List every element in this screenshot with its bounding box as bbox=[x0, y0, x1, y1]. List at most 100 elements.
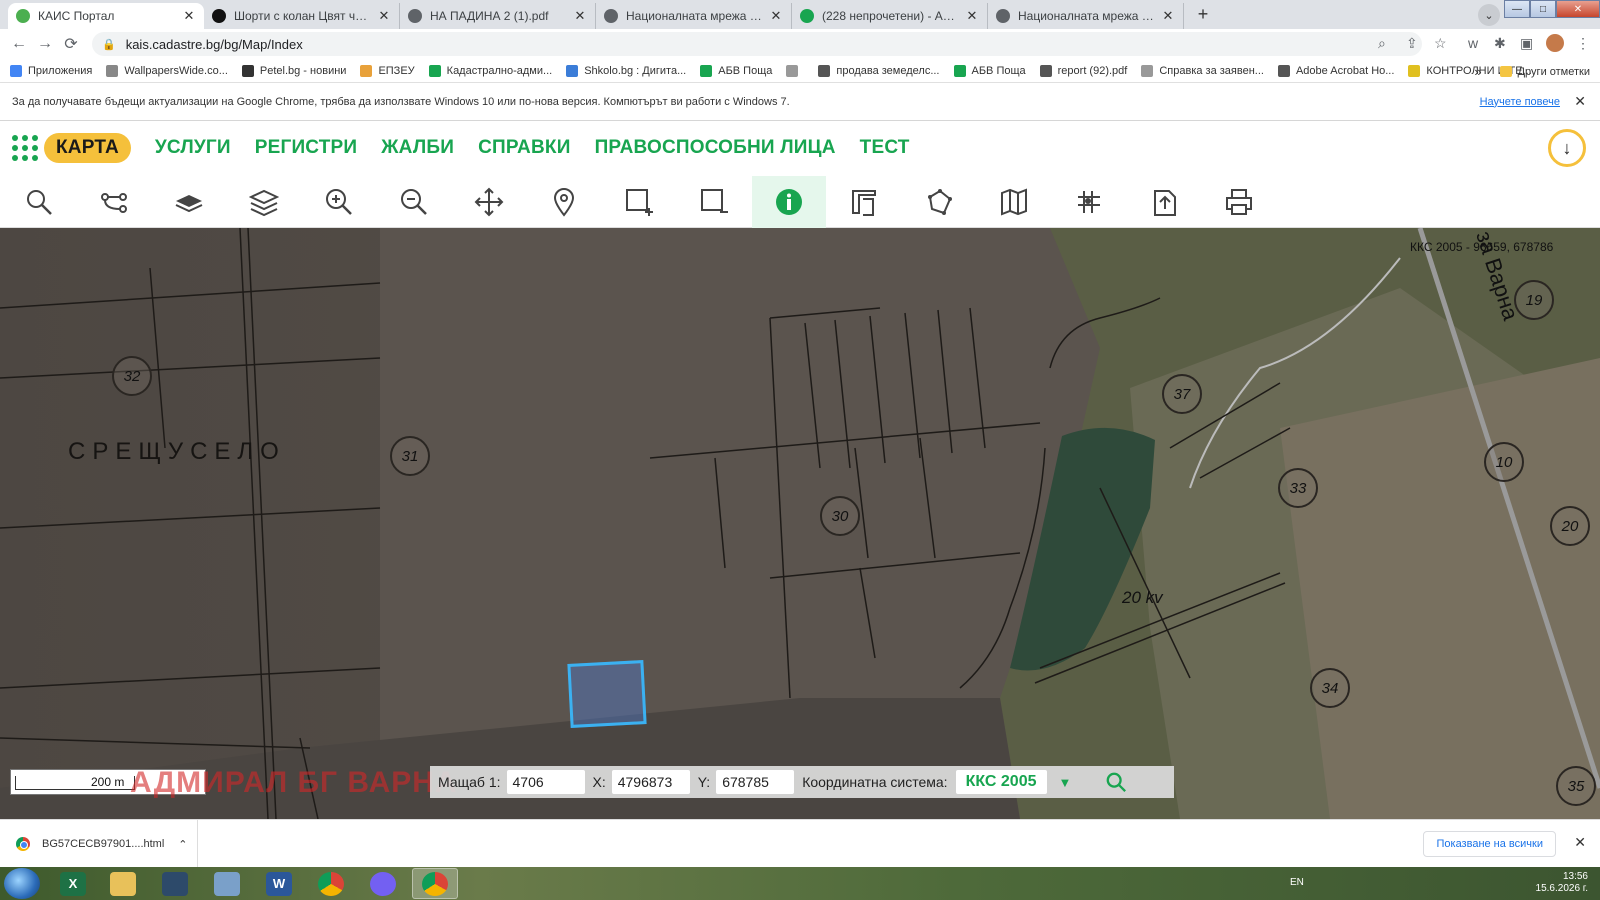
measure-tool-button[interactable] bbox=[827, 176, 901, 228]
menu-item[interactable]: ТЕСТ bbox=[860, 137, 910, 159]
zoom-in-tool-button[interactable] bbox=[302, 176, 376, 228]
parcel-number-badge[interactable]: 34 bbox=[1310, 668, 1350, 708]
bookmark-item[interactable]: Кадастрално-адми... bbox=[428, 64, 552, 77]
y-coordinate-input[interactable]: 678785 bbox=[716, 770, 795, 794]
browser-tab[interactable]: НА ПАДИНА 2 (1).pdf ✕ bbox=[400, 3, 596, 29]
browser-tab[interactable]: Националната мрежа за земед ✕ bbox=[988, 3, 1184, 29]
bookmark-item[interactable]: Приложения bbox=[10, 64, 92, 77]
bookmark-item[interactable]: Справка за заявен... bbox=[1141, 64, 1264, 77]
chevron-down-icon[interactable]: ▼ bbox=[1059, 775, 1072, 790]
parcel-number-badge[interactable]: 30 bbox=[820, 496, 860, 536]
print-tool-button[interactable] bbox=[1202, 176, 1276, 228]
menu-item[interactable]: СПРАВКИ bbox=[478, 137, 570, 159]
polygon-tool-button[interactable] bbox=[902, 176, 976, 228]
bookmark-item[interactable]: report (92).pdf bbox=[1039, 64, 1127, 77]
new-tab-button[interactable]: + bbox=[1190, 1, 1216, 27]
tab-close-icon[interactable]: ✕ bbox=[182, 8, 196, 24]
explorer-taskbar-icon[interactable] bbox=[100, 868, 146, 899]
close-window-button[interactable]: ✕ bbox=[1556, 0, 1600, 18]
x-coordinate-input[interactable]: 4796873 bbox=[611, 770, 690, 794]
bookmark-item[interactable]: АБВ Поща bbox=[953, 64, 1026, 77]
close-icon[interactable]: ✕ bbox=[1574, 93, 1586, 110]
browser-tab[interactable]: (228 непрочетени) - АБВ поща ✕ bbox=[792, 3, 988, 29]
parcel-number-badge[interactable]: 32 bbox=[112, 356, 152, 396]
download-item[interactable]: BG57CECB97901....html ⌃ bbox=[0, 820, 198, 868]
word-taskbar-icon[interactable]: W bbox=[256, 868, 302, 899]
download-arrow-icon[interactable]: ↓ bbox=[1548, 129, 1586, 167]
remove-rect-tool-button[interactable] bbox=[677, 176, 751, 228]
layer-tool-button[interactable] bbox=[152, 176, 226, 228]
info-tool-button[interactable] bbox=[752, 176, 826, 228]
parcel-number-badge[interactable]: 10 bbox=[1484, 442, 1524, 482]
parcel-number-badge[interactable]: 33 bbox=[1278, 468, 1318, 508]
address-bar[interactable]: 🔒 kais.cadastre.bg/bg/Map/Index bbox=[92, 32, 1422, 56]
parcel-number-badge[interactable]: 20 bbox=[1550, 506, 1590, 546]
coordinate-search-icon[interactable] bbox=[1105, 771, 1127, 793]
extension-w-icon[interactable]: w bbox=[1468, 35, 1478, 51]
bookmark-item[interactable]: продава земеделс... bbox=[818, 64, 940, 77]
minimize-button[interactable]: — bbox=[1504, 0, 1530, 18]
bookmark-star-icon[interactable]: ☆ bbox=[1434, 35, 1447, 52]
map-canvas[interactable]: 32 31 30 37 33 19 10 20 34 35 ККС 2005 - 96659, 6… bbox=[0, 228, 1600, 819]
learn-more-link[interactable]: Научете повече bbox=[1480, 96, 1560, 108]
coordinate-system-select[interactable]: ККС 2005 bbox=[955, 770, 1047, 794]
system-clock[interactable]: 13:56 15.6.2026 г. bbox=[1536, 871, 1588, 895]
side-panel-icon[interactable]: ▣ bbox=[1520, 35, 1533, 52]
bookmark-item[interactable]: Adobe Acrobat Ho... bbox=[1277, 64, 1394, 77]
calculator-taskbar-icon[interactable] bbox=[152, 868, 198, 899]
tab-close-icon[interactable]: ✕ bbox=[965, 8, 979, 24]
scale-input[interactable]: 4706 bbox=[506, 770, 585, 794]
paint-taskbar-icon[interactable] bbox=[204, 868, 250, 899]
bookmark-item[interactable]: Shkolo.bg : Дигита... bbox=[566, 64, 686, 77]
parcel-number-badge[interactable]: 31 bbox=[390, 436, 430, 476]
profile-avatar[interactable] bbox=[1546, 34, 1564, 52]
grid-tool-button[interactable] bbox=[1052, 176, 1126, 228]
bookmarks-overflow[interactable]: » bbox=[1474, 64, 1481, 79]
start-button[interactable] bbox=[4, 868, 40, 899]
browser-tab[interactable]: Националната мрежа за земед ✕ bbox=[596, 3, 792, 29]
close-icon[interactable]: ✕ bbox=[1574, 834, 1586, 851]
tab-close-icon[interactable]: ✕ bbox=[573, 8, 587, 24]
lock-icon[interactable]: 🔒 bbox=[102, 38, 116, 51]
selected-parcel[interactable] bbox=[567, 660, 647, 728]
back-icon[interactable]: ← bbox=[6, 35, 32, 53]
bookmark-item[interactable]: Petel.bg - новини bbox=[241, 64, 346, 77]
share-icon[interactable]: ⇪ bbox=[1406, 35, 1418, 52]
apps-grid-icon[interactable] bbox=[12, 135, 38, 161]
map-book-tool-button[interactable] bbox=[977, 176, 1051, 228]
menu-dots-icon[interactable]: ⋮ bbox=[1576, 35, 1590, 52]
menu-item[interactable]: РЕГИСТРИ bbox=[255, 137, 358, 159]
layers-tool-button[interactable] bbox=[227, 176, 301, 228]
other-bookmarks[interactable]: Други отметки bbox=[1518, 66, 1590, 78]
tab-search-icon[interactable]: ⌄ bbox=[1478, 4, 1500, 26]
menu-item[interactable]: КАРТА bbox=[44, 133, 131, 163]
zoom-out-tool-button[interactable] bbox=[377, 176, 451, 228]
browser-tab[interactable]: КАИС Портал ✕ bbox=[8, 3, 204, 29]
add-rect-tool-button[interactable] bbox=[602, 176, 676, 228]
tab-close-icon[interactable]: ✕ bbox=[1161, 8, 1175, 24]
forward-icon[interactable]: → bbox=[32, 35, 58, 53]
bookmark-item[interactable] bbox=[786, 64, 804, 77]
extensions-puzzle-icon[interactable]: ✱ bbox=[1494, 35, 1506, 52]
menu-item[interactable]: ПРАВОСПОСОБНИ ЛИЦА bbox=[595, 137, 836, 159]
tab-close-icon[interactable]: ✕ bbox=[769, 8, 783, 24]
bookmark-item[interactable]: АБВ Поща bbox=[700, 64, 772, 77]
bookmark-item[interactable]: WallpapersWide.co... bbox=[106, 64, 228, 77]
search-tool-button[interactable] bbox=[2, 176, 76, 228]
chrome-active-taskbar-icon[interactable] bbox=[412, 868, 458, 899]
viber-taskbar-icon[interactable] bbox=[360, 868, 406, 899]
chevron-up-icon[interactable]: ⌃ bbox=[178, 838, 187, 851]
menu-item[interactable]: УСЛУГИ bbox=[155, 137, 231, 159]
parcel-number-badge[interactable]: 37 bbox=[1162, 374, 1202, 414]
export-tool-button[interactable] bbox=[1127, 176, 1201, 228]
maximize-button[interactable]: □ bbox=[1530, 0, 1556, 18]
chrome-taskbar-icon[interactable] bbox=[308, 868, 354, 899]
language-indicator[interactable]: EN bbox=[1290, 877, 1304, 888]
pin-tool-button[interactable] bbox=[527, 176, 601, 228]
reload-icon[interactable]: ⟳ bbox=[58, 34, 84, 54]
pan-tool-button[interactable] bbox=[452, 176, 526, 228]
show-all-button[interactable]: Показване на всички bbox=[1423, 831, 1556, 857]
browser-tab[interactable]: Шорти с колан Цвят червен - М ✕ bbox=[204, 3, 400, 29]
zoom-icon[interactable]: ⌕ bbox=[1378, 35, 1386, 52]
parcel-number-badge[interactable]: 35 bbox=[1556, 766, 1596, 806]
